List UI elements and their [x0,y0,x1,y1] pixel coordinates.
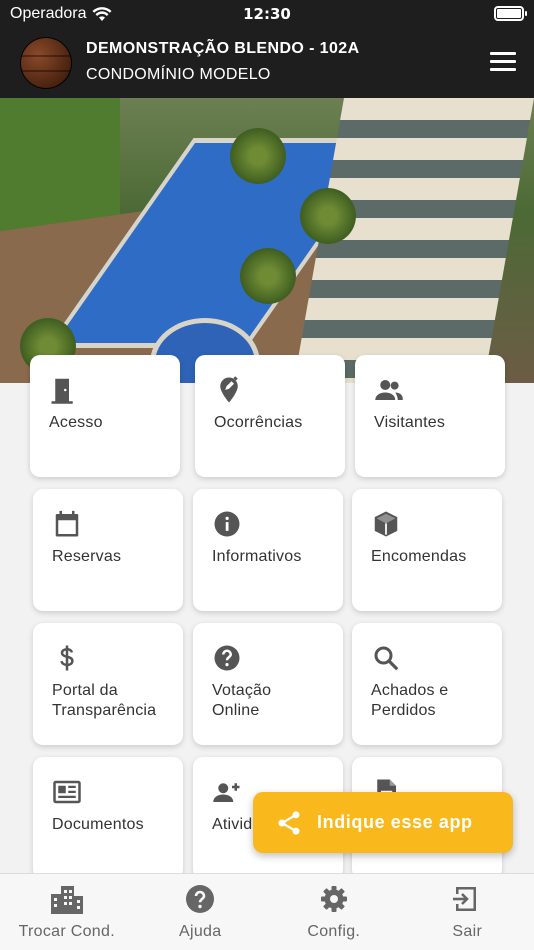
hamburger-icon [490,52,516,55]
tile-label: Achados e Perdidos [371,682,449,719]
tile-encomendas[interactable]: Encomendas [352,489,502,611]
tab-label: Ajuda [179,923,222,940]
buildings-icon [50,886,83,914]
condo-hero-image [0,98,534,383]
tile-label: Ocorrências [214,414,303,431]
people-icon [375,380,403,400]
unit-title: DEMONSTRAÇÃO BLENDO - 102A [86,40,360,57]
tab-trocar-cond[interactable]: Trocar Cond. [0,874,134,950]
menu-button[interactable] [490,52,516,72]
help-circle-icon [214,645,240,671]
tile-label: Encomendas [371,548,467,565]
tile-label: Acesso [49,414,103,431]
tile-portal-transparencia[interactable]: Portal da Transparência [33,623,183,745]
tile-ocorrencias[interactable]: Ocorrências [195,355,345,477]
package-icon [374,511,398,537]
person-add-icon [213,783,240,802]
exit-icon [453,887,477,911]
tile-label: Votação Online [212,682,272,719]
calendar-icon [55,510,79,537]
tile-acesso[interactable]: Acesso [30,355,180,477]
clock: 12:30 [243,5,291,23]
tile-votacao-online[interactable]: Votação Online [193,623,343,745]
share-app-label: Indique esse app [317,812,473,832]
share-app-button[interactable]: Indique esse app [253,792,513,853]
edit-location-icon [220,376,238,403]
info-icon [214,511,240,537]
app-header: DEMONSTRAÇÃO BLENDO - 102A CONDOMÍNIO MO… [0,28,534,98]
tile-achados-perdidos[interactable]: Achados e Perdidos [352,623,502,745]
tile-label: Visitantes [374,414,446,431]
battery-icon [494,6,527,21]
tile-label: Informativos [212,548,302,565]
tile-reservas[interactable]: Reservas [33,489,183,611]
bottom-tab-bar: Trocar Cond. Ajuda Config. Sair [0,873,534,950]
tab-label: Sair [452,923,483,940]
search-icon [374,646,399,671]
tab-label: Trocar Cond. [18,923,115,940]
gear-icon [320,886,347,912]
newspaper-icon [53,780,81,804]
tab-sair[interactable]: Sair [401,874,534,950]
tab-config[interactable]: Config. [267,874,401,950]
door-icon [51,378,73,404]
tile-label: Documentos [52,816,144,833]
condo-name: CONDOMÍNIO MODELO [86,66,271,83]
tab-ajuda[interactable]: Ajuda [134,874,268,950]
tab-label: Config. [307,923,361,940]
status-bar: Operadora 12:30 [0,0,534,28]
share-icon [278,810,300,835]
dollar-icon [60,645,74,671]
help-icon [186,885,215,913]
tile-visitantes[interactable]: Visitantes [355,355,505,477]
tile-label: Portal da Transparência [52,682,157,719]
tile-label: Reservas [52,548,122,565]
tile-documentos[interactable]: Documentos [33,757,183,879]
condo-avatar[interactable] [20,37,72,89]
tile-informativos[interactable]: Informativos [193,489,343,611]
